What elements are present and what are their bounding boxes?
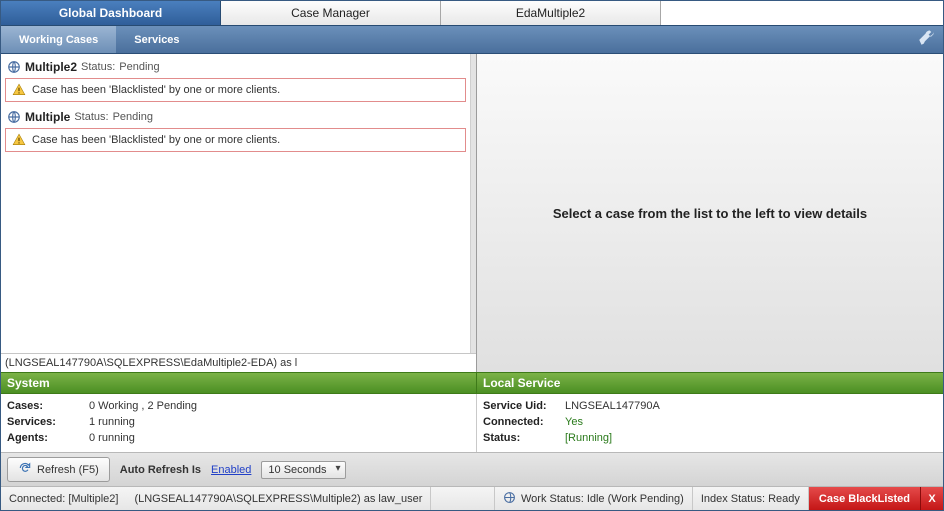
status-work: Work Status: Idle (Work Pending) <box>495 487 693 510</box>
top-tab-spacer <box>661 1 943 25</box>
tab-case-manager[interactable]: Case Manager <box>221 1 441 25</box>
warning-icon <box>12 133 26 147</box>
right-placeholder-text: Select a case from the list to the left … <box>553 206 867 221</box>
case-name: Multiple2 <box>25 60 77 74</box>
right-detail-pane: Select a case from the list to the left … <box>477 54 943 372</box>
auto-refresh-toggle[interactable]: Enabled <box>211 464 251 476</box>
connected-value: Yes <box>565 416 583 428</box>
case-title-row: Multiple2 Status: Pending <box>5 58 466 78</box>
status-connected: Connected: [Multiple2] <box>1 487 126 510</box>
case-alert: Case has been 'Blacklisted' by one or mo… <box>5 128 466 152</box>
wrench-icon <box>917 29 935 50</box>
left-connection-footer: (LNGSEAL147790A\SQLEXPRESS\EdaMultiple2-… <box>1 353 476 372</box>
stats-header: System Local Service <box>1 372 943 394</box>
refresh-button-label: Refresh (F5) <box>37 464 99 476</box>
status-bar: Connected: [Multiple2] (LNGSEAL147790A\S… <box>1 486 943 510</box>
left-pane: Multiple2 Status: Pending Case has been … <box>1 54 477 372</box>
top-tab-bar: Global Dashboard Case Manager EdaMultipl… <box>1 1 943 26</box>
system-stats: Cases: 0 Working , 2 Pending Services: 1… <box>1 394 477 452</box>
blacklist-close-button[interactable]: X <box>921 487 943 510</box>
case-status-label: Status: <box>74 111 108 123</box>
services-value: 1 running <box>89 416 135 428</box>
service-uid-label: Service Uid: <box>483 400 561 412</box>
cases-value: 0 Working , 2 Pending <box>89 400 197 412</box>
refresh-button[interactable]: Refresh (F5) <box>7 457 110 482</box>
service-status-label: Status: <box>483 432 561 444</box>
case-alert-text: Case has been 'Blacklisted' by one or mo… <box>32 134 280 146</box>
agents-label: Agents: <box>7 432 85 444</box>
globe-icon <box>503 491 516 507</box>
sub-tab-bar: Working Cases Services <box>1 26 943 54</box>
case-alert-text: Case has been 'Blacklisted' by one or mo… <box>32 84 280 96</box>
case-name: Multiple <box>25 110 70 124</box>
auto-refresh-label: Auto Refresh Is <box>120 464 201 476</box>
status-spacer <box>431 487 495 510</box>
middle-area: Multiple2 Status: Pending Case has been … <box>1 54 943 372</box>
refresh-interval-value: 10 Seconds <box>268 464 326 476</box>
refresh-icon <box>18 461 32 478</box>
case-status-value: Pending <box>119 61 159 73</box>
case-list-wrap: Multiple2 Status: Pending Case has been … <box>1 54 476 353</box>
case-block[interactable]: Multiple2 Status: Pending Case has been … <box>5 58 466 102</box>
cases-label: Cases: <box>7 400 85 412</box>
refresh-interval-select[interactable]: 10 Seconds <box>261 461 345 479</box>
case-list[interactable]: Multiple2 Status: Pending Case has been … <box>1 54 470 353</box>
subtab-services[interactable]: Services <box>116 26 197 53</box>
settings-wrench-button[interactable] <box>909 26 943 53</box>
status-conn-path: (LNGSEAL147790A\SQLEXPRESS\Multiple2) as… <box>126 487 431 510</box>
services-label: Services: <box>7 416 85 428</box>
status-blacklist: Case BlackListed <box>809 487 921 510</box>
warning-icon <box>12 83 26 97</box>
subtab-working-cases[interactable]: Working Cases <box>1 26 116 53</box>
tab-global-dashboard[interactable]: Global Dashboard <box>1 1 221 25</box>
service-status-value: [Running] <box>565 432 612 444</box>
case-list-scrollbar[interactable] <box>470 54 476 353</box>
case-globe-icon <box>7 60 21 74</box>
case-block[interactable]: Multiple Status: Pending Case has been '… <box>5 108 466 152</box>
service-uid-value: LNGSEAL147790A <box>565 400 660 412</box>
local-service-stats: Service Uid: LNGSEAL147790A Connected: Y… <box>477 394 943 452</box>
case-title-row: Multiple Status: Pending <box>5 108 466 128</box>
app-window: Global Dashboard Case Manager EdaMultipl… <box>0 0 944 511</box>
agents-value: 0 running <box>89 432 135 444</box>
status-index: Index Status: Ready <box>693 487 809 510</box>
case-status-value: Pending <box>113 111 153 123</box>
case-globe-icon <box>7 110 21 124</box>
status-work-text: Work Status: Idle (Work Pending) <box>521 493 684 505</box>
case-status-label: Status: <box>81 61 115 73</box>
case-alert: Case has been 'Blacklisted' by one or mo… <box>5 78 466 102</box>
connected-label: Connected: <box>483 416 561 428</box>
tab-eda-multiple2[interactable]: EdaMultiple2 <box>441 1 661 25</box>
sub-bar-spacer <box>198 26 909 53</box>
stats-header-local-service: Local Service <box>477 373 943 393</box>
stats-header-system: System <box>1 373 477 393</box>
refresh-bar: Refresh (F5) Auto Refresh Is Enabled 10 … <box>1 452 943 486</box>
stats-row: Cases: 0 Working , 2 Pending Services: 1… <box>1 394 943 452</box>
